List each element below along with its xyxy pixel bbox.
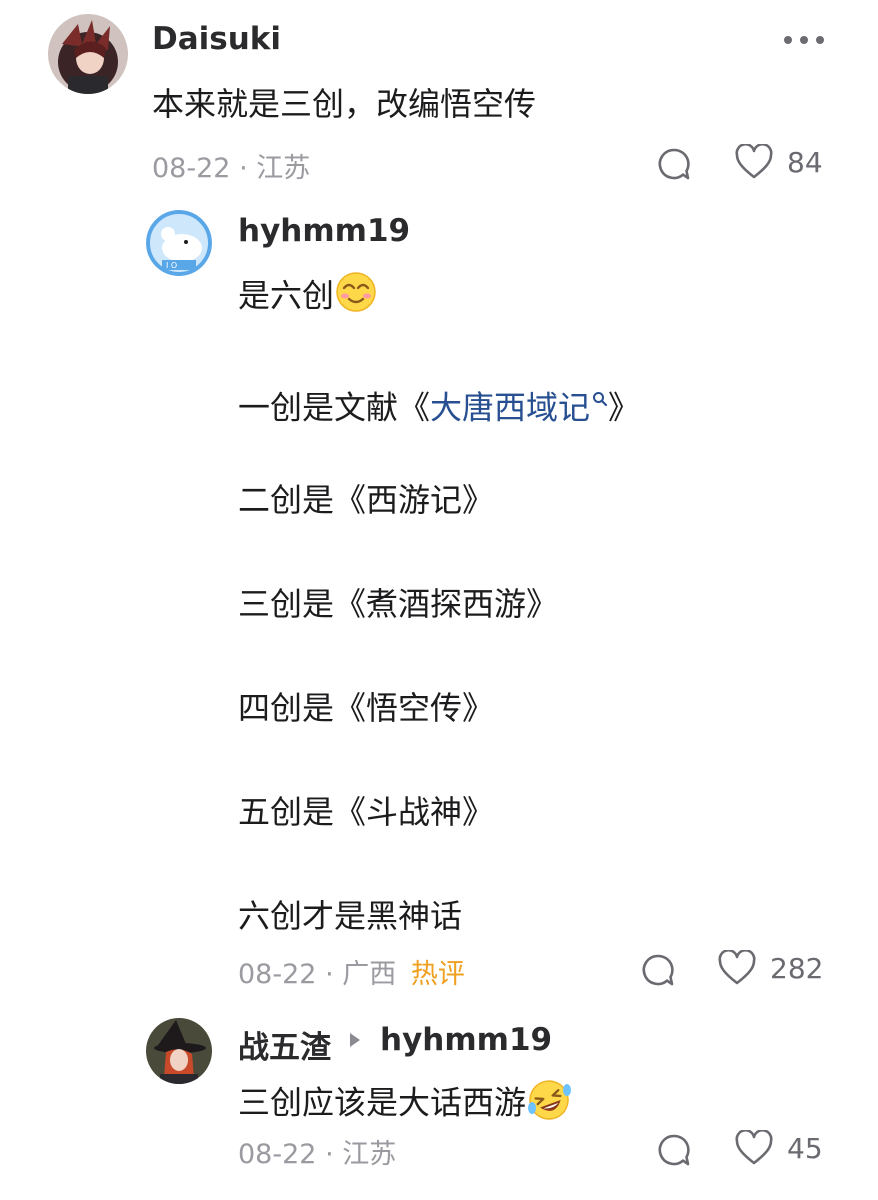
anime-avatar-icon (48, 14, 128, 94)
reply-line: 三创是《煮酒探西游》 (238, 585, 559, 623)
comment-date: 08-22 (152, 153, 231, 184)
reply-line: 四创是《悟空传》 (238, 689, 495, 727)
comment-icon (658, 1134, 690, 1166)
comment-date: 08-22 (238, 1139, 317, 1170)
comment-text: 本来就是三创，改编悟空传 (152, 85, 537, 123)
comment-location: 江苏 (342, 1139, 397, 1170)
reply-to-username[interactable]: hyhmm19 (380, 1022, 552, 1058)
reply-line: 是六创 (238, 276, 335, 315)
comment-text: 三创应该是大话西游 (238, 1078, 572, 1131)
rolling-laughing-emoji-icon (526, 1078, 572, 1131)
like-button[interactable]: 84 (735, 144, 823, 180)
comment-thread: Daisuki 本来就是三创，改编悟空传 08-22 · 江苏 84 I O h… (0, 0, 878, 1200)
like-count: 282 (770, 951, 824, 985)
reply-button[interactable] (640, 952, 676, 988)
avatar[interactable] (146, 1018, 212, 1084)
reply-button[interactable] (656, 1132, 692, 1168)
heart-icon (735, 144, 773, 179)
reply-line: 五创是《斗战神》 (238, 793, 495, 831)
reply-to-arrow-icon (350, 1033, 360, 1047)
comment-meta: 08-22 · 江苏 (152, 153, 311, 184)
like-count: 84 (787, 145, 823, 179)
witch-avatar-icon (146, 1018, 212, 1084)
username[interactable]: Daisuki (152, 21, 281, 57)
heart-icon (735, 1130, 773, 1165)
username[interactable]: hyhmm19 (238, 213, 410, 249)
reply-line: 六创才是黑神话 (238, 897, 463, 935)
reply-line: 二创是《西游记》 (238, 481, 495, 519)
search-icon[interactable] (592, 374, 608, 418)
more-options-icon[interactable] (784, 30, 828, 50)
username[interactable]: 战五渣 (238, 1022, 331, 1067)
like-button[interactable]: 282 (718, 950, 823, 986)
svg-text:I O: I O (166, 261, 177, 270)
hot-comment-badge: 热评 (410, 959, 465, 990)
comment-icon (642, 954, 674, 986)
comment-meta: 08-22 · 江苏 (238, 1139, 397, 1170)
reply-button[interactable] (656, 146, 692, 182)
comment-location: 江苏 (256, 153, 311, 184)
heart-icon (718, 950, 756, 985)
search-link[interactable]: 大唐西域记 (430, 389, 590, 427)
comment-location: 广西 (342, 959, 397, 990)
like-count: 45 (787, 1131, 823, 1165)
comment-date: 08-22 (238, 959, 317, 990)
reply-line-suffix: 》 (608, 388, 641, 427)
reply-line: 一创是文献《 (238, 388, 431, 427)
avatar[interactable] (48, 14, 128, 94)
polar-bear-avatar-icon: I O (146, 210, 212, 276)
reply-text: 是六创 一创是文献《大唐西域记 》 二创是《西游记》 三创是《煮酒探西游》 四创… (238, 270, 838, 938)
avatar[interactable]: I O (146, 210, 212, 276)
like-button[interactable]: 45 (735, 1130, 823, 1166)
smiling-emoji-icon (334, 270, 378, 325)
comment-meta: 08-22 · 广西 热评 (238, 959, 465, 990)
comment-icon (658, 148, 690, 180)
